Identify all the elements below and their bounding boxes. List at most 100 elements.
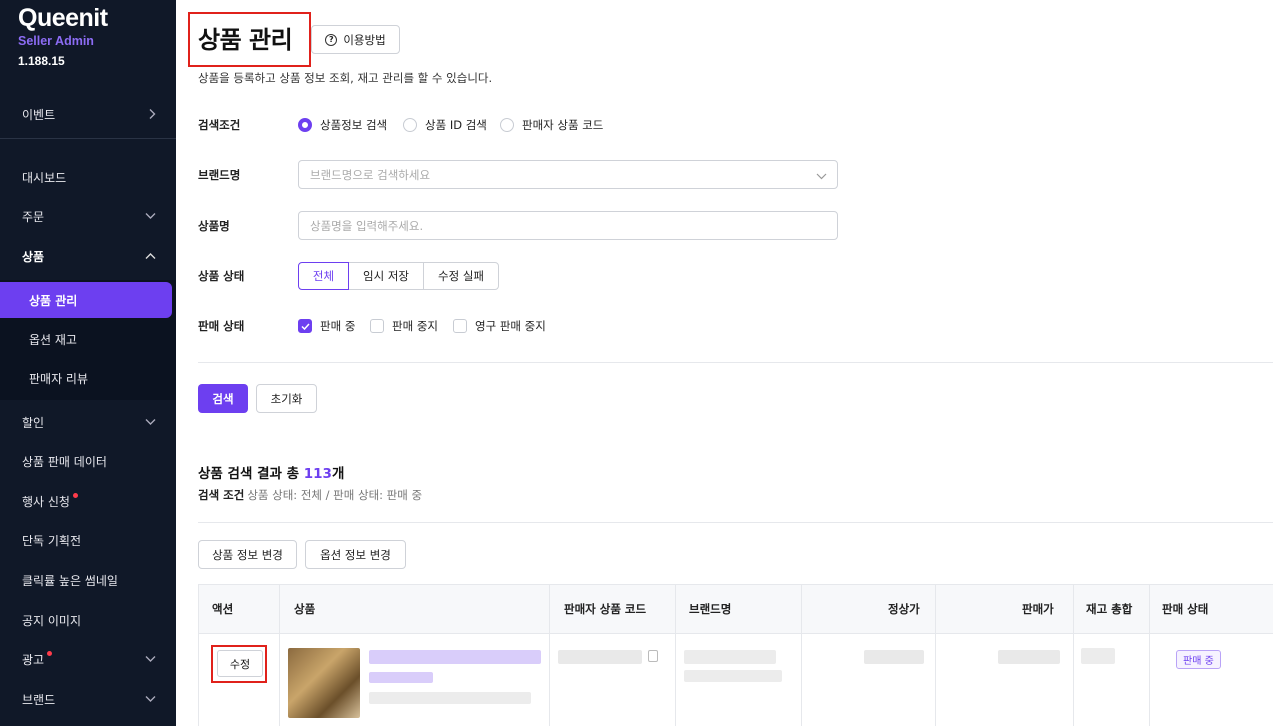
radio-label: 상품정보 검색 (320, 118, 388, 132)
table-border (935, 584, 936, 726)
results-count: 113 (303, 466, 332, 482)
sidebar-item-label: 상품 판매 데이터 (22, 454, 107, 469)
sidebar-item-label: 할인 (22, 415, 45, 430)
sidebar-item-label: 브랜드 (22, 692, 56, 707)
column-header-sale-status: 판매 상태 (1162, 602, 1209, 616)
checkbox-sale-permanently-stopped[interactable]: 영구 판매 중지 (453, 318, 546, 334)
sidebar-divider (0, 138, 176, 139)
sale-price-redacted (998, 650, 1060, 664)
sidebar-item-seller-review[interactable]: 판매자 리뷰 (0, 360, 88, 396)
radio-product-info[interactable]: 상품정보 검색 (298, 117, 387, 133)
product-name-label: 상품명 (198, 219, 230, 233)
chevron-down-icon (145, 696, 156, 703)
brand-placeholder: 브랜드명으로 검색하세요 (310, 167, 431, 182)
sidebar-item-label: 행사 신청 (22, 494, 70, 509)
option-edit-button[interactable]: 옵션 정보 변경 (305, 540, 406, 569)
sidebar-item-label: 클릭률 높은 썸네일 (22, 573, 118, 588)
product-name-input[interactable]: 상품명을 입력해주세요. (298, 211, 838, 240)
column-header-list-price: 정상가 (888, 602, 920, 616)
sidebar-item-label: 단독 기획전 (22, 533, 82, 548)
sidebar-item-orders[interactable]: 주문 (0, 198, 176, 234)
column-header-stock-total: 재고 총합 (1086, 602, 1133, 616)
status-option-failed[interactable]: 수정 실패 (423, 262, 499, 290)
sidebar-item-discount[interactable]: 할인 (0, 404, 176, 440)
brand-logo: Queenit (18, 4, 108, 32)
sidebar-item-event[interactable]: 이벤트 (0, 96, 176, 132)
radio-selected-icon (298, 118, 312, 132)
sidebar-item-option-stock[interactable]: 옵션 재고 (0, 321, 77, 357)
product-thumbnail[interactable] (288, 648, 360, 718)
divider (198, 522, 1273, 523)
sidebar-item-high-click-thumb[interactable]: 클릭률 높은 썸네일 (0, 562, 176, 598)
bulk-edit-button[interactable]: 상품 정보 변경 (198, 540, 297, 569)
chevron-down-icon (816, 169, 827, 183)
status-option-all[interactable]: 전체 (298, 262, 349, 290)
sidebar-item-product-manage[interactable]: 상품 관리 (0, 282, 172, 318)
edit-button[interactable]: 수정 (217, 650, 263, 677)
search-button[interactable]: 검색 (198, 384, 248, 413)
checkbox-label: 판매 중 (320, 319, 356, 333)
table-border (801, 584, 802, 726)
table-border (675, 584, 676, 726)
copy-icon[interactable] (648, 650, 658, 662)
results-title-prefix: 상품 검색 결과 총 (198, 466, 304, 482)
brand-redacted (684, 650, 776, 664)
product-name-redacted[interactable] (369, 650, 541, 664)
new-dot-icon (47, 650, 53, 656)
sidebar-item-products[interactable]: 상품 (0, 238, 176, 274)
brand-subtitle: Seller Admin (18, 34, 94, 48)
checkbox-label: 판매 중지 (392, 319, 438, 333)
divider (198, 362, 1273, 363)
table-border (279, 584, 280, 726)
sidebar-item-label: 대시보드 (22, 170, 67, 185)
results-condition-value: 상품 상태: 전체 / 판매 상태: 판매 중 (247, 488, 423, 502)
table-border (1149, 584, 1150, 726)
results-condition: 검색 조건 상품 상태: 전체 / 판매 상태: 판매 중 (198, 487, 422, 503)
chevron-up-icon (145, 253, 156, 260)
column-header-sale-price: 판매가 (1022, 602, 1054, 616)
list-price-redacted (864, 650, 924, 664)
seller-code-redacted (558, 650, 642, 664)
checkbox-on-sale[interactable]: 판매 중 (298, 318, 355, 334)
sidebar-item-event-apply[interactable]: 행사 신청 (0, 483, 176, 519)
sidebar-item-label: 광고 (22, 652, 45, 667)
sidebar-item-label: 상품 (22, 249, 45, 264)
table-header: 액션 상품 판매자 상품 코드 브랜드명 정상가 판매가 재고 총합 판매 상태 (198, 584, 1273, 634)
help-button[interactable]: ? 이용방법 (311, 25, 400, 54)
chevron-right-icon (149, 109, 156, 120)
radio-empty-icon (403, 118, 417, 132)
results-condition-label: 검색 조건 (198, 488, 245, 502)
chevron-down-icon (145, 213, 156, 220)
sidebar-item-label: 주문 (22, 209, 45, 224)
status-option-draft[interactable]: 임시 저장 (348, 262, 424, 290)
chevron-down-icon (145, 656, 156, 663)
page-description: 상품을 등록하고 상품 정보 조회, 재고 관리를 할 수 있습니다. (198, 71, 493, 85)
sidebar-item-ads[interactable]: 광고 (0, 641, 176, 677)
column-header-brand: 브랜드명 (689, 602, 732, 616)
status-badge: 판매 중 (1176, 650, 1221, 669)
reset-button[interactable]: 초기화 (256, 384, 317, 413)
checkbox-empty-icon (453, 319, 467, 333)
sidebar-item-brand[interactable]: 브랜드 (0, 681, 176, 717)
sidebar-item-label: 옵션 재고 (29, 332, 77, 347)
product-status-segmented: 전체 임시 저장 수정 실패 (298, 262, 499, 290)
brand-label: 브랜드명 (198, 168, 241, 182)
radio-seller-code[interactable]: 판매자 상품 코드 (500, 117, 603, 133)
table-border (549, 584, 550, 726)
sidebar-item-label: 공지 이미지 (22, 613, 82, 628)
product-id-redacted (369, 672, 433, 683)
brand-select[interactable]: 브랜드명으로 검색하세요 (298, 160, 838, 189)
sidebar-item-exclusive[interactable]: 단독 기획전 (0, 522, 176, 558)
column-header-action: 액션 (212, 602, 234, 616)
sidebar-item-sales-data[interactable]: 상품 판매 데이터 (0, 443, 176, 479)
sidebar-item-dashboard[interactable]: 대시보드 (0, 159, 176, 195)
checkbox-sale-stopped[interactable]: 판매 중지 (370, 318, 438, 334)
results-title-suffix: 개 (331, 466, 345, 482)
sale-status-label: 판매 상태 (198, 319, 245, 333)
radio-empty-icon (500, 118, 514, 132)
checkbox-label: 영구 판매 중지 (475, 319, 546, 333)
sidebar-item-label: 상품 관리 (29, 293, 78, 308)
checkbox-empty-icon (370, 319, 384, 333)
sidebar-item-notice-image[interactable]: 공지 이미지 (0, 602, 176, 638)
radio-product-id[interactable]: 상품 ID 검색 (403, 117, 487, 133)
